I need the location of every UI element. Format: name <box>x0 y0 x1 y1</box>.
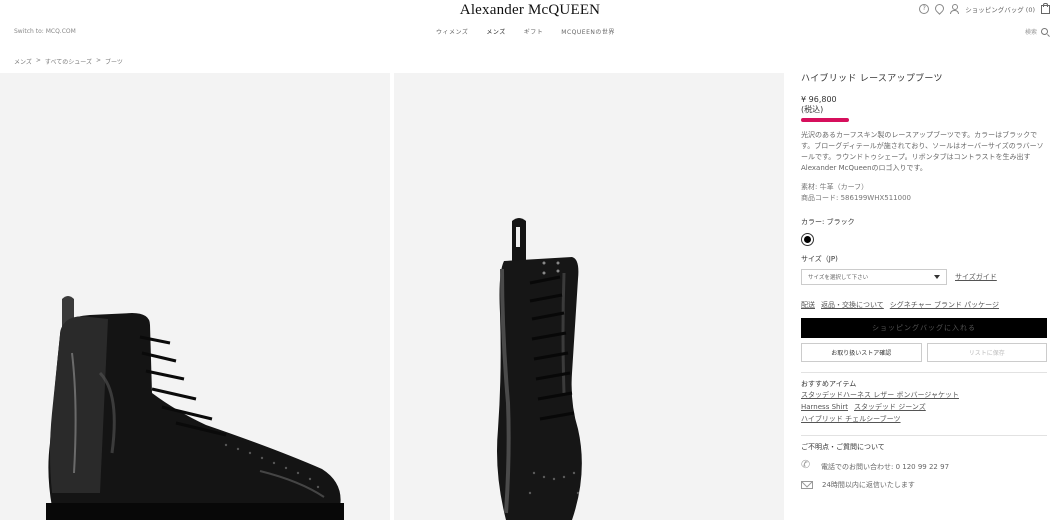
recommend-item[interactable]: スタッデッド ジーンズ <box>854 403 926 411</box>
packaging-link[interactable]: シグネチャー ブランド パッケージ <box>890 300 999 310</box>
swatch-fill <box>804 236 811 243</box>
nav-men[interactable]: メンズ <box>486 27 505 36</box>
size-select-placeholder: サイズを選択して下さい <box>808 275 869 281</box>
shopping-bag-link[interactable]: ショッピングバッグ (0) <box>965 4 1035 14</box>
returns-link[interactable]: 返品・交換について <box>821 300 884 310</box>
contact-mail[interactable]: 24時間以内に返信いたします <box>822 480 915 490</box>
brand-logo[interactable]: Alexander McQUEEN <box>0 2 1060 19</box>
recommend-list: スタッデッドハーネス レザー ボンバージャケット Harness Shirt スタ… <box>801 389 1047 425</box>
account-icon[interactable] <box>950 3 960 14</box>
breadcrumb-men[interactable]: メンズ <box>14 57 32 66</box>
shopping-bag-icon[interactable] <box>1041 3 1050 14</box>
breadcrumb-separator: > <box>95 57 101 64</box>
product-meta: 素材: 牛革（カーフ） 商品コード: 586199WHX511000 <box>801 182 1047 204</box>
product-code: 商品コード: 586199WHX511000 <box>801 194 912 202</box>
store-locator-icon[interactable] <box>933 2 947 15</box>
mail-icon <box>801 481 813 489</box>
contact-mail-row[interactable]: 24時間以内に返信いたします <box>801 480 1047 490</box>
breadcrumb: メンズ > すべてのシューズ > ブーツ <box>14 57 123 66</box>
section-divider <box>801 435 1047 436</box>
main-nav: ウィメンズ メンズ ギフト MCQUEENの世界 <box>436 27 615 36</box>
highlight-underline <box>801 118 849 122</box>
product-info-panel: ハイブリッド レースアップブーツ ¥ 96,800 (税込) 光沢のあるカーフス… <box>801 71 1047 490</box>
size-guide-link[interactable]: サイズガイド <box>955 272 997 282</box>
search-control[interactable]: 検索 <box>1025 27 1048 36</box>
help-icon[interactable]: ? <box>919 3 930 14</box>
header-utilities: ? ショッピングバッグ (0) <box>919 2 1050 15</box>
size-select[interactable]: サイズを選択して下さい <box>801 269 947 285</box>
product-description: 光沢のあるカーフスキン製のレースアップブーツです。カラーはブラックです。ブローグ… <box>801 131 1044 172</box>
contact-title: ご不明点・ご質問について <box>801 443 885 451</box>
chevron-down-icon <box>934 275 940 279</box>
color-swatch-black[interactable] <box>801 233 814 246</box>
store-availability-button[interactable]: お取り扱いストア確認 <box>801 343 922 362</box>
recommend-item[interactable]: Harness Shirt <box>801 403 848 411</box>
price-value: ¥ 96,800 <box>801 95 837 104</box>
product-material: 素材: 牛革（カーフ） <box>801 183 869 191</box>
breadcrumb-boots[interactable]: ブーツ <box>105 57 123 66</box>
switch-site-link[interactable]: Switch to: MCQ.COM <box>14 28 76 35</box>
secondary-actions: お取り扱いストア確認 リストに保存 <box>801 343 1047 362</box>
recommend-item[interactable]: ハイブリッド チェルシーブーツ <box>801 415 901 423</box>
contact-phone-row[interactable]: 電話でのお問い合わせ: 0 120 99 22 97 <box>801 458 1047 472</box>
add-to-bag-button[interactable]: ショッピングバッグに入れる <box>801 318 1047 338</box>
section-divider <box>801 372 1047 373</box>
contact-phone[interactable]: 電話でのお問い合わせ: 0 120 99 22 97 <box>821 462 949 472</box>
product-image-front[interactable] <box>394 73 784 520</box>
nav-women[interactable]: ウィメンズ <box>436 27 468 36</box>
tax-note: (税込) <box>801 105 824 114</box>
recommend-item[interactable]: スタッデッドハーネス レザー ボンバージャケット <box>801 391 959 399</box>
delivery-link[interactable]: 配送 <box>801 300 815 310</box>
boot-front-image <box>497 218 582 520</box>
recommend-title: おすすめアイテム <box>801 380 857 388</box>
breadcrumb-all-shoes[interactable]: すべてのシューズ <box>45 57 92 66</box>
color-label: カラー: ブラック <box>801 218 855 226</box>
product-title: ハイブリッド レースアップブーツ <box>801 74 943 84</box>
boot-side-image <box>46 296 344 520</box>
search-icon[interactable] <box>1041 28 1048 35</box>
nav-world[interactable]: MCQUEENの世界 <box>561 27 615 36</box>
size-row: サイズを選択して下さい サイズガイド <box>801 269 1047 285</box>
product-price: ¥ 96,800 (税込) <box>801 95 1047 115</box>
size-label: サイズ（JP) <box>801 255 838 263</box>
service-links: 配送 返品・交換について シグネチャー ブランド パッケージ <box>801 300 1047 310</box>
product-image-side[interactable] <box>0 73 390 520</box>
add-to-wishlist-button[interactable]: リストに保存 <box>926 343 1047 362</box>
search-label[interactable]: 検索 <box>1025 27 1037 36</box>
breadcrumb-separator: > <box>35 57 41 64</box>
nav-gifts[interactable]: ギフト <box>524 27 544 36</box>
phone-icon <box>801 458 812 472</box>
